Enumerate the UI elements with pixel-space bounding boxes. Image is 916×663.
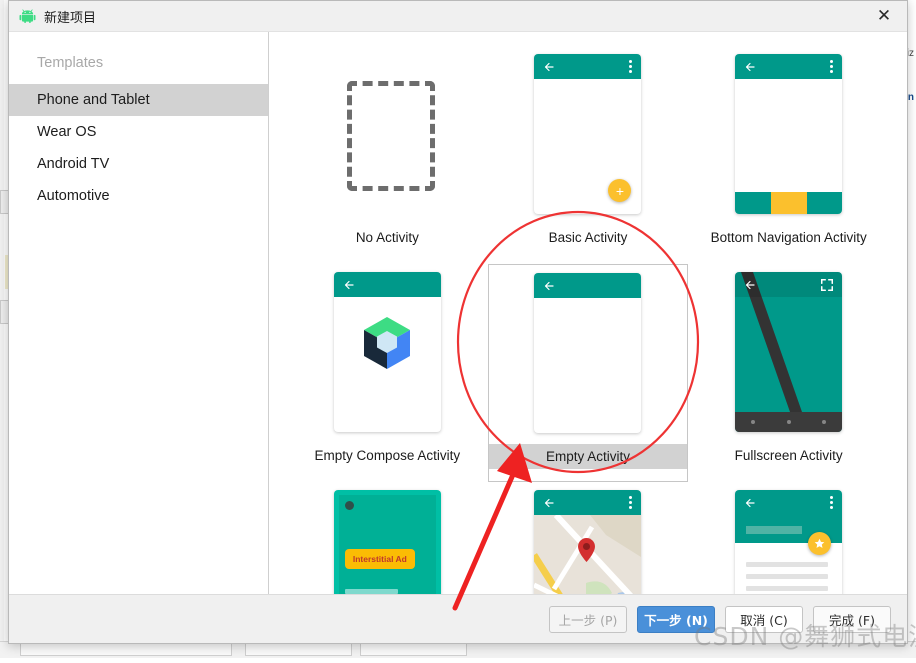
star-icon: [814, 538, 825, 549]
template-tile-admob-ads-activity[interactable]: Interstitial Ad Google AdMob Ads Activit…: [287, 482, 488, 594]
interstitial-ad-badge: Interstitial Ad: [345, 549, 415, 569]
thumbnail-no-activity: [334, 54, 441, 214]
back-arrow-icon: [543, 497, 555, 509]
app-bar: [334, 272, 441, 297]
template-label: Bottom Navigation Activity: [688, 230, 889, 245]
templates-grid: No Activity + Basic Activity: [269, 32, 907, 594]
template-tile-bottom-navigation-activity[interactable]: Bottom Navigation Activity: [688, 46, 889, 264]
template-label: Empty Activity: [489, 444, 688, 469]
sidebar-item-automotive[interactable]: Automotive: [9, 180, 268, 212]
template-tile-basic-activity[interactable]: + Basic Activity: [488, 46, 689, 264]
back-arrow-icon: [543, 280, 555, 292]
bottom-navigation-bar: [735, 192, 842, 214]
thumbnail-admob-ads: Interstitial Ad: [334, 490, 441, 594]
template-tile-no-activity[interactable]: No Activity: [287, 46, 488, 264]
templates-grid-area: No Activity + Basic Activity: [269, 32, 907, 594]
content-line: [746, 574, 828, 579]
back-arrow-icon: [744, 497, 756, 509]
sidebar-item-phone-and-tablet[interactable]: Phone and Tablet: [9, 84, 268, 116]
dialog-footer: 上一步 (P) 下一步 (N) 取消 (C) 完成 (F): [9, 594, 907, 643]
back-arrow-icon: [744, 279, 756, 291]
overflow-menu-icon: [629, 60, 632, 73]
finish-button[interactable]: 完成 (F): [813, 606, 891, 633]
fullscreen-expand-icon: [820, 278, 834, 292]
system-navigation-bar: [735, 412, 842, 432]
ad-avatar-dot: [345, 501, 354, 510]
template-tile-scrolling-activity[interactable]: Scrolling Activity: [688, 482, 889, 594]
template-label: Empty Compose Activity: [287, 448, 488, 463]
app-bar: [534, 273, 641, 298]
back-arrow-icon: [343, 279, 355, 291]
thumbnail-empty-activity: [534, 273, 641, 433]
template-tile-fullscreen-activity[interactable]: Fullscreen Activity: [688, 264, 889, 482]
dialog-titlebar: 新建项目 ✕: [9, 1, 907, 32]
cancel-button[interactable]: 取消 (C): [725, 606, 803, 633]
thumbnail-scrolling-activity: [735, 490, 842, 594]
android-robot-icon: [19, 9, 36, 23]
template-tile-empty-compose-activity[interactable]: Empty Compose Activity: [287, 264, 488, 482]
close-icon[interactable]: ✕: [861, 1, 907, 31]
app-bar: [735, 54, 842, 79]
template-label: No Activity: [287, 230, 488, 245]
next-button[interactable]: 下一步 (N): [637, 606, 715, 633]
new-project-dialog: 新建项目 ✕ Templates Phone and Tablet Wear O…: [8, 0, 908, 644]
back-arrow-icon: [543, 61, 555, 73]
ide-right-text-2: n: [908, 92, 914, 103]
sidebar-item-label: Wear OS: [37, 124, 96, 140]
thumbnail-bottom-navigation: [735, 54, 842, 214]
ad-inner-surface: [339, 495, 436, 594]
sidebar-header: Templates: [9, 42, 268, 84]
map-marker-pin-icon: [578, 538, 595, 562]
dialog-title: 新建项目: [44, 7, 96, 26]
sidebar-item-label: Android TV: [37, 156, 109, 172]
thumbnail-empty-compose: [334, 272, 441, 432]
content-line: [746, 562, 828, 567]
floating-action-button-star: [808, 532, 831, 555]
back-arrow-icon: [744, 61, 756, 73]
app-bar-title-placeholder: [746, 526, 802, 534]
previous-button[interactable]: 上一步 (P): [549, 606, 627, 633]
templates-sidebar: Templates Phone and Tablet Wear OS Andro…: [9, 32, 269, 594]
app-bar: [534, 54, 641, 79]
overflow-menu-icon: [830, 496, 833, 509]
template-label: Basic Activity: [488, 230, 689, 245]
overflow-menu-icon: [830, 60, 833, 73]
thumbnail-fullscreen-activity: [735, 272, 842, 432]
thumbnail-google-maps: [534, 490, 641, 594]
jetpack-compose-logo-icon: [360, 315, 414, 373]
template-label: Fullscreen Activity: [688, 448, 889, 463]
dashed-placeholder-icon: [347, 81, 435, 191]
sidebar-item-android-tv[interactable]: Android TV: [9, 148, 268, 180]
content-line: [746, 586, 828, 591]
thumbnail-basic-activity: +: [534, 54, 641, 214]
app-bar: [534, 490, 641, 515]
sidebar-item-label: Phone and Tablet: [37, 92, 150, 108]
sidebar-item-wear-os[interactable]: Wear OS: [9, 116, 268, 148]
dialog-body: Templates Phone and Tablet Wear OS Andro…: [9, 32, 907, 594]
overflow-menu-icon: [629, 496, 632, 509]
template-tile-google-maps-activity[interactable]: Google Maps Activity: [488, 482, 689, 594]
floating-action-button: +: [608, 179, 631, 202]
sidebar-item-label: Automotive: [37, 188, 110, 204]
template-tile-empty-activity[interactable]: Empty Activity: [488, 264, 689, 482]
